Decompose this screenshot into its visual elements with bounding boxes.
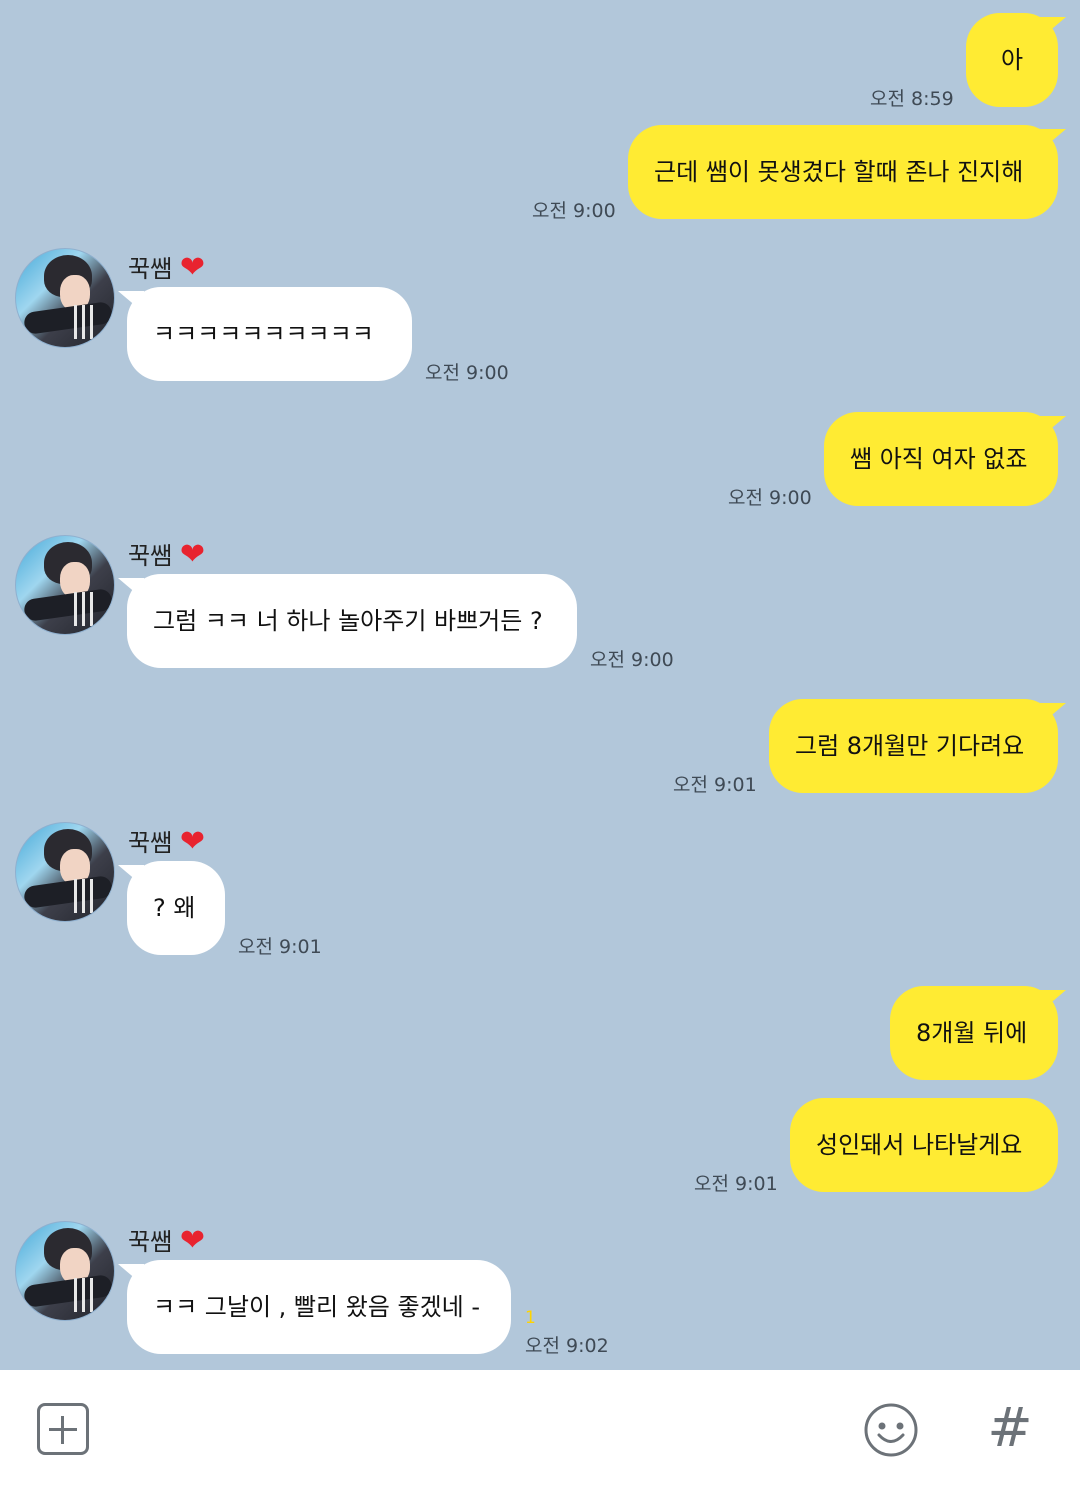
- plus-square-icon[interactable]: [37, 1403, 89, 1455]
- my-message-bubble[interactable]: 쌤 아직 여자 없죠: [824, 412, 1058, 506]
- contact-name: 꾹쌤 ❤: [128, 1223, 205, 1258]
- heart-icon: ❤: [179, 1223, 205, 1258]
- message-text: 아: [1000, 46, 1024, 74]
- contact-avatar[interactable]: [15, 248, 115, 348]
- hashtag-icon[interactable]: #: [985, 1398, 1035, 1458]
- message-text: 성인돼서 나타날게요: [816, 1131, 1023, 1159]
- message-text: 그럼 ㅋㅋ 너 하나 놀아주기 바쁘거든 ?: [153, 607, 543, 635]
- contact-avatar[interactable]: [15, 1221, 115, 1321]
- message-time: 오전 9:00: [590, 649, 674, 671]
- message-input-bar[interactable]: #: [0, 1370, 1080, 1495]
- smiley-icon[interactable]: [863, 1402, 919, 1458]
- message-time: 오전 9:00: [425, 362, 509, 384]
- my-message-bubble[interactable]: 근데 쌤이 못생겼다 할때 존나 진지해: [628, 125, 1058, 219]
- message-time: 오전 9:01: [694, 1173, 778, 1195]
- message-time: 오전 9:02: [525, 1335, 609, 1357]
- contact-avatar[interactable]: [15, 822, 115, 922]
- my-message-bubble[interactable]: 그럼 8개월만 기다려요: [769, 699, 1058, 793]
- their-message-bubble[interactable]: ? 왜: [127, 861, 225, 955]
- chat-area[interactable]: 아 오전 8:59 근데 쌤이 못생겼다 할때 존나 진지해 오전 9:00 꾹…: [0, 0, 1080, 1370]
- heart-icon: ❤: [179, 250, 205, 285]
- message-text: 8개월 뒤에: [916, 1019, 1028, 1047]
- message-text: ? 왜: [153, 894, 196, 922]
- their-message-bubble[interactable]: ㅋㅋ 그날이 , 빨리 왔음 좋겠네 -: [127, 1260, 511, 1354]
- their-message-bubble[interactable]: ㅋㅋㅋㅋㅋㅋㅋㅋㅋㅋ: [127, 287, 412, 381]
- contact-avatar[interactable]: [15, 535, 115, 635]
- message-time: 오전 9:01: [238, 936, 322, 958]
- my-message-bubble[interactable]: 8개월 뒤에: [890, 986, 1058, 1080]
- heart-icon: ❤: [179, 537, 205, 572]
- message-text: ㅋㅋ 그날이 , 빨리 왔음 좋겠네 -: [153, 1293, 481, 1321]
- contact-name: 꾹쌤 ❤: [128, 824, 205, 859]
- message-text: 근데 쌤이 못생겼다 할때 존나 진지해: [654, 158, 1024, 186]
- message-time: 오전 9:00: [532, 200, 616, 222]
- message-text: ㅋㅋㅋㅋㅋㅋㅋㅋㅋㅋ: [153, 320, 374, 348]
- message-time: 오전 8:59: [870, 88, 954, 110]
- heart-icon: ❤: [179, 824, 205, 859]
- contact-name: 꾹쌤 ❤: [128, 250, 205, 285]
- message-text: 쌤 아직 여자 없죠: [850, 445, 1028, 473]
- unread-count: 1: [525, 1308, 536, 1328]
- message-text: 그럼 8개월만 기다려요: [795, 732, 1025, 760]
- my-message-bubble[interactable]: 성인돼서 나타날게요: [790, 1098, 1058, 1192]
- message-time: 오전 9:00: [728, 487, 812, 509]
- message-time: 오전 9:01: [673, 774, 757, 796]
- their-message-bubble[interactable]: 그럼 ㅋㅋ 너 하나 놀아주기 바쁘거든 ?: [127, 574, 577, 668]
- contact-name: 꾹쌤 ❤: [128, 537, 205, 572]
